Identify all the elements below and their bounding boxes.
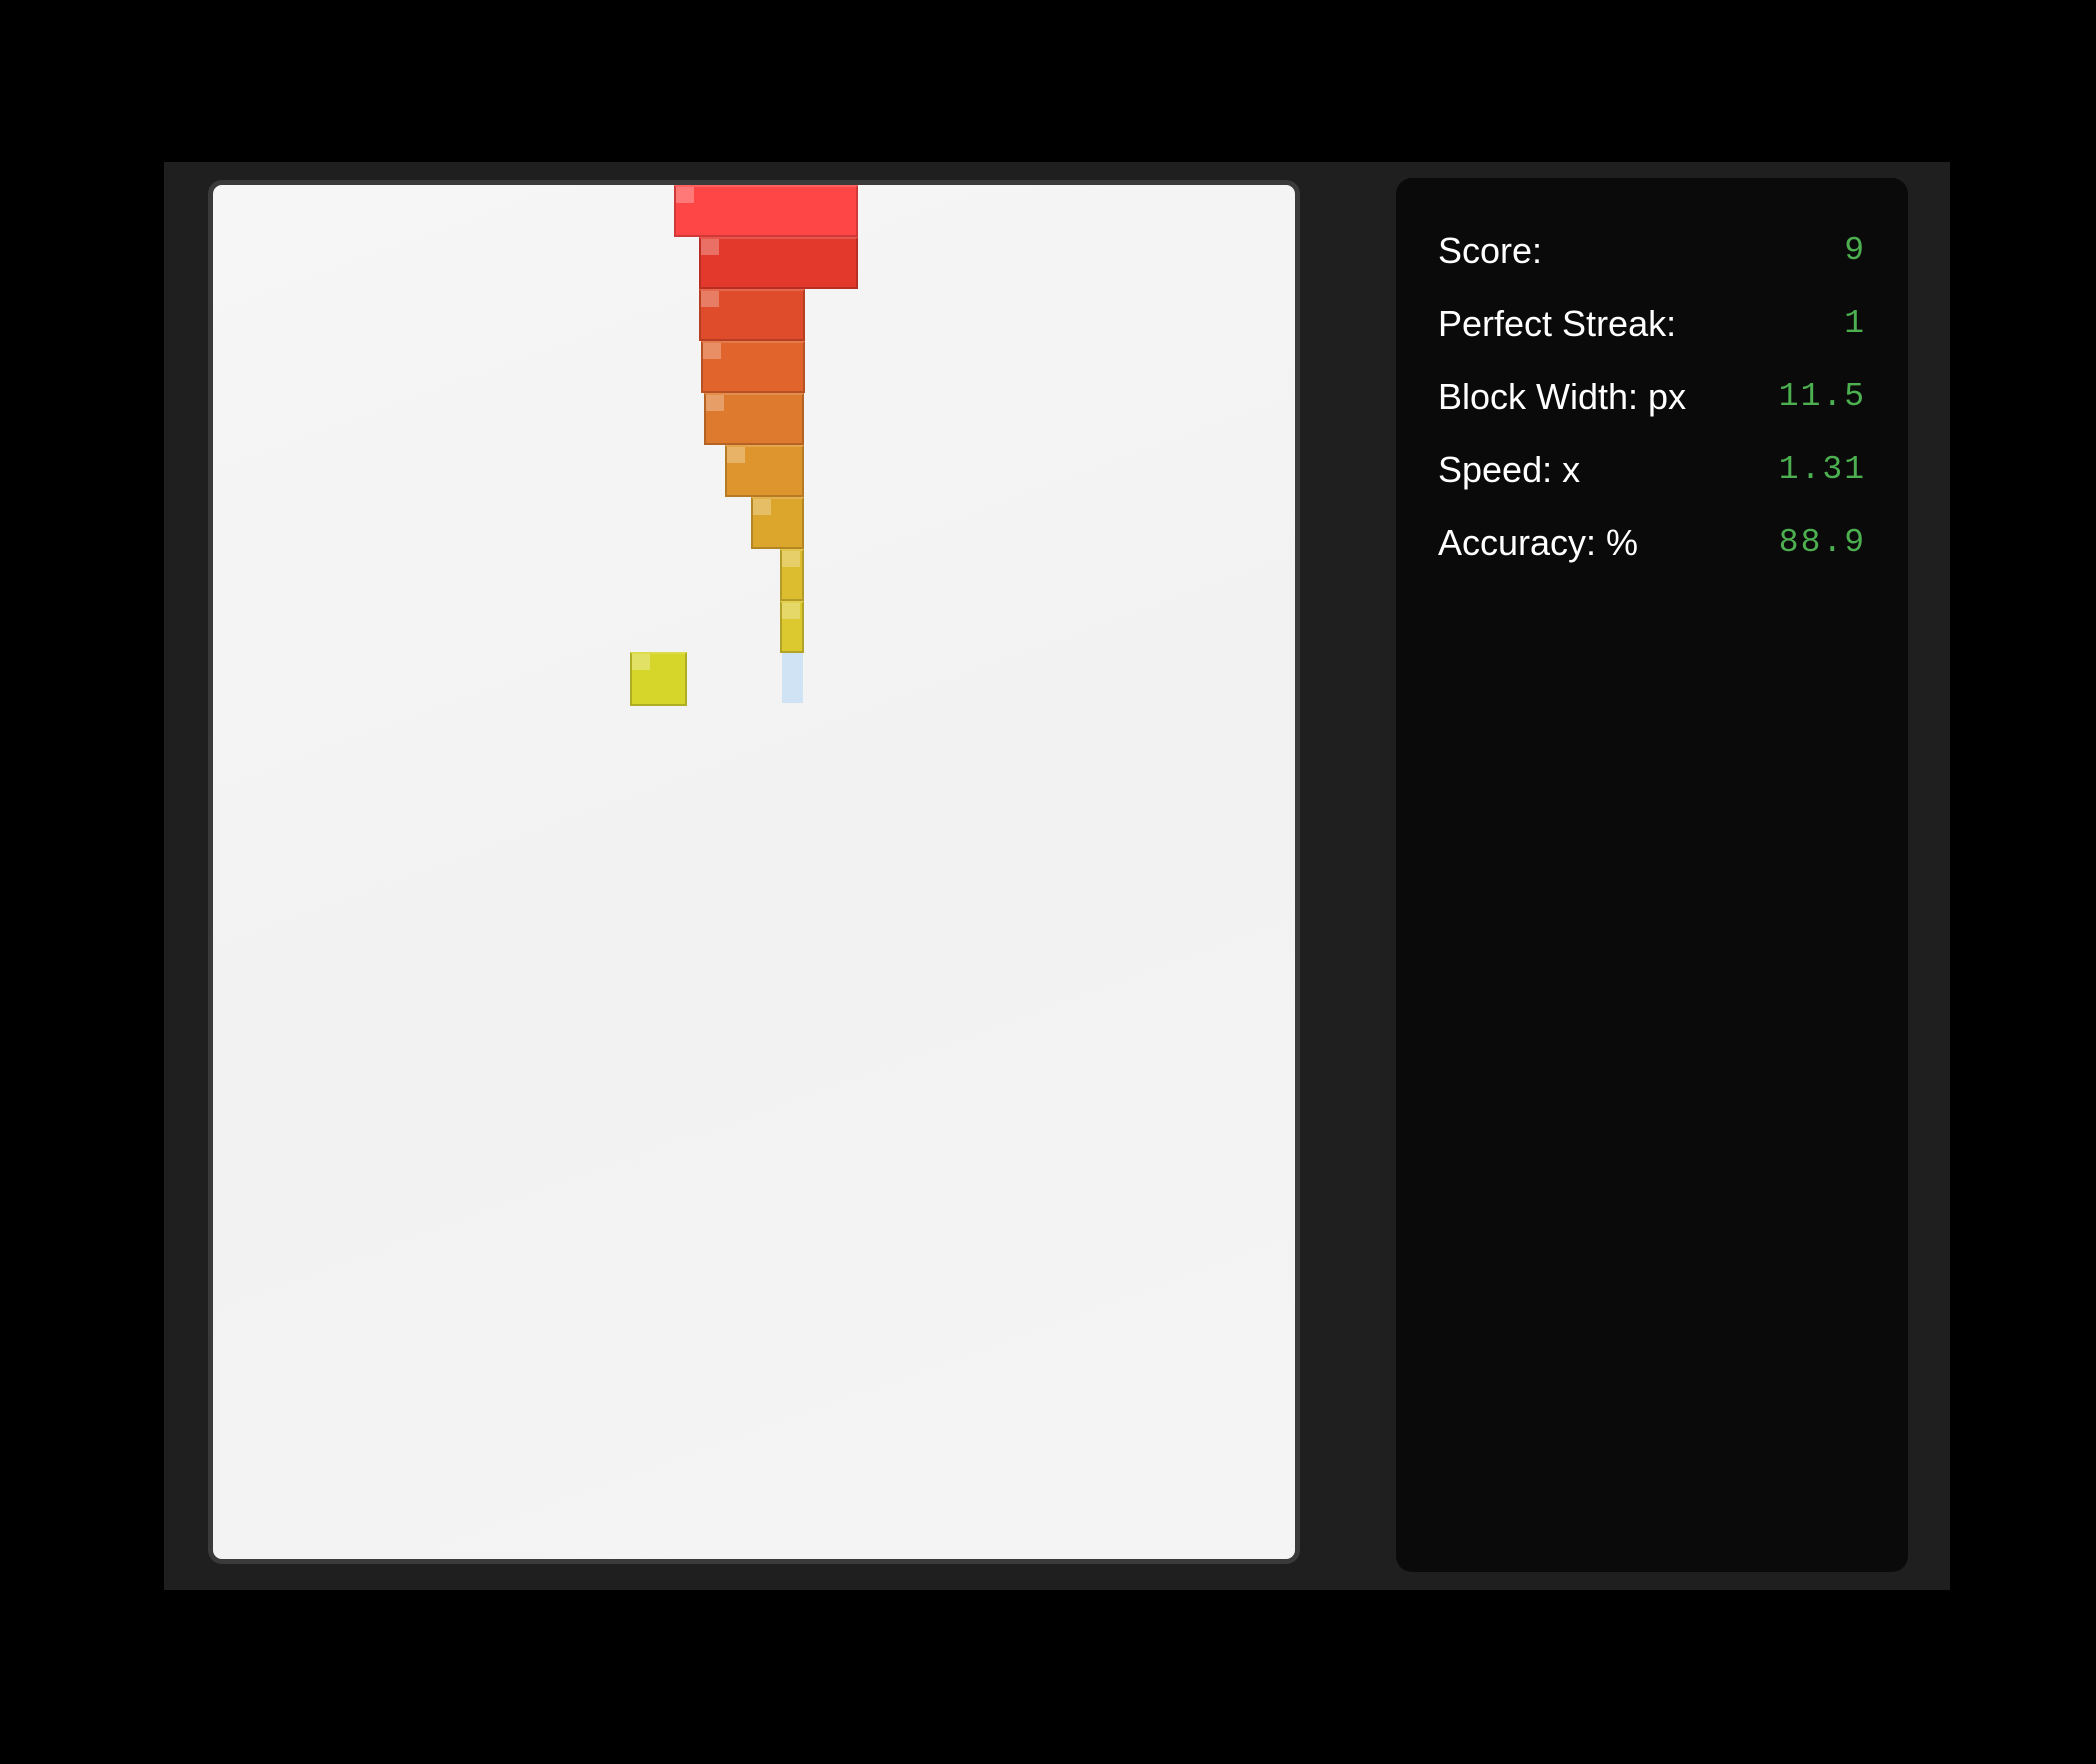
drop-guide [782,653,803,703]
stack-block-5 [704,393,804,445]
perfect-streak-value: 1 [1844,305,1866,342]
stack-block-3 [699,289,805,341]
moving-block [630,652,687,706]
score-value: 9 [1844,232,1866,269]
block-width-value: 11.5 [1778,378,1866,415]
stack-block-8 [780,549,804,601]
perfect-streak-row: Perfect Streak: 1 [1438,287,1866,360]
stack-block-2 [699,237,858,289]
stack-block-7 [751,497,804,549]
stack-block-6 [725,445,804,497]
accuracy-row: Accuracy: % 88.9 [1438,506,1866,579]
stack-block-4 [701,341,805,393]
speed-value: 1.31 [1778,451,1866,488]
speed-row: Speed: x 1.31 [1438,433,1866,506]
stats-panel: Score: 9 Perfect Streak: 1 Block Width: … [1396,178,1908,1572]
game-board[interactable] [208,180,1300,1564]
score-row: Score: 9 [1438,214,1866,287]
game-window: Score: 9 Perfect Streak: 1 Block Width: … [164,162,1950,1590]
score-label: Score: [1438,229,1543,271]
block-width-row: Block Width: px 11.5 [1438,360,1866,433]
block-width-label: Block Width: px [1438,375,1687,417]
accuracy-value: 88.9 [1778,524,1866,561]
perfect-streak-label: Perfect Streak: [1438,302,1677,344]
stack-block-9 [780,601,804,653]
stack-block-1 [674,185,858,237]
accuracy-label: Accuracy: % [1438,521,1639,563]
speed-label: Speed: x [1438,448,1581,490]
